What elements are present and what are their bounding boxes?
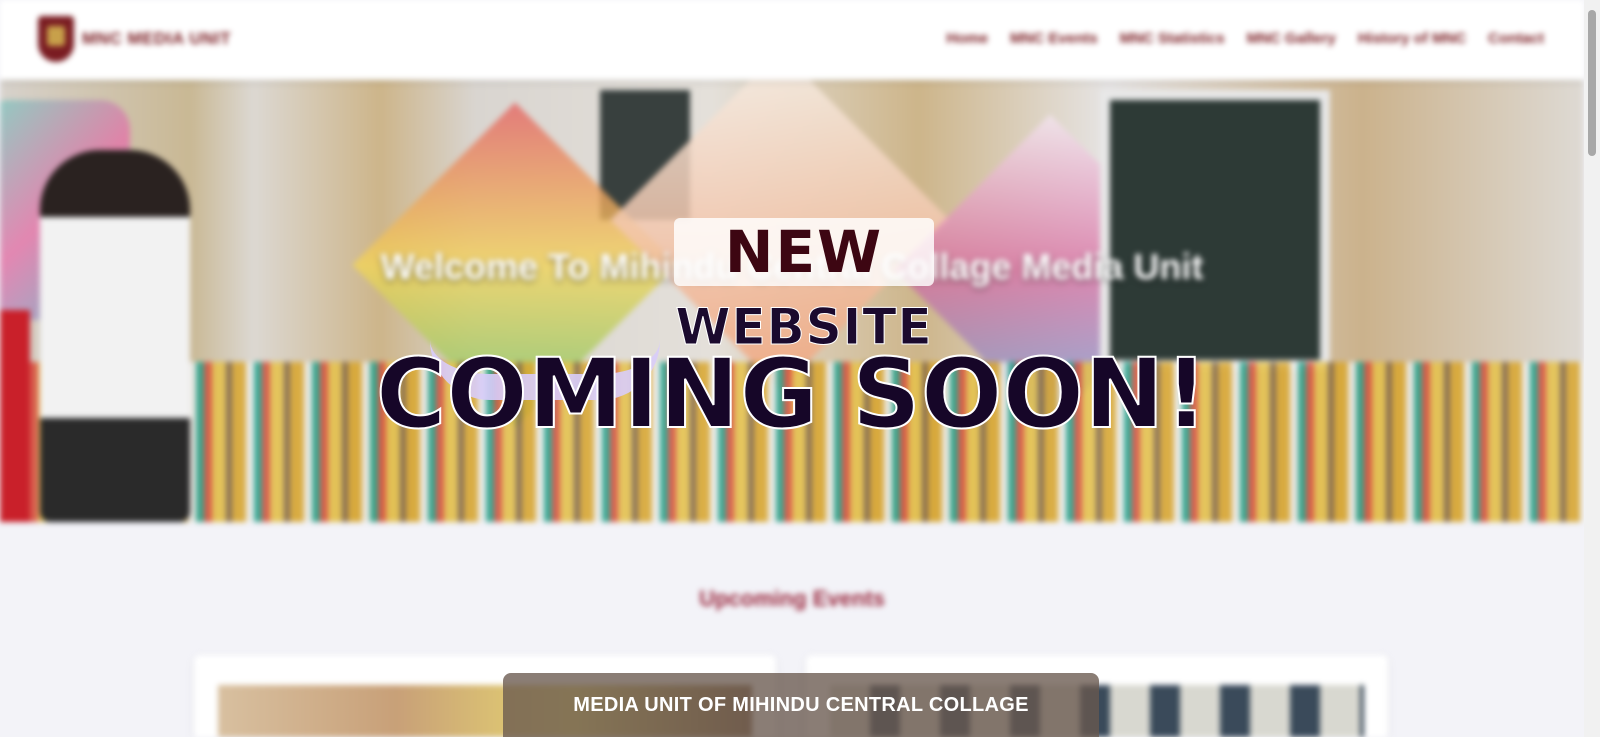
hero-decoration (1100, 90, 1330, 370)
nav-statistics[interactable]: MNC Statistics (1120, 30, 1225, 47)
brand-name[interactable]: MNC MEDIA UNIT (82, 29, 231, 49)
new-label: NEW (724, 218, 884, 286)
hero-person (40, 150, 190, 522)
upcoming-events-heading: Upcoming Events (699, 586, 885, 611)
new-label-box: NEW (674, 218, 934, 286)
nav-menu: Home MNC Events MNC Statistics MNC Galle… (946, 30, 1544, 47)
nav-home[interactable]: Home (946, 30, 988, 47)
footer-banner-text: MEDIA UNIT OF MIHINDU CENTRAL COLLAGE (573, 693, 1029, 716)
coming-soon-heading: COMING SOON! (375, 338, 1209, 450)
page-scrollbar[interactable] (1584, 0, 1600, 737)
scrollbar-thumb[interactable] (1588, 10, 1596, 156)
school-crest-logo-icon[interactable] (38, 16, 74, 62)
nav-history[interactable]: History of MNC (1358, 30, 1466, 47)
footer-banner: MEDIA UNIT OF MIHINDU CENTRAL COLLAGE (503, 673, 1099, 737)
nav-events[interactable]: MNC Events (1010, 30, 1098, 47)
navbar: MNC MEDIA UNIT Home MNC Events MNC Stati… (0, 0, 1584, 80)
nav-gallery[interactable]: MNC Gallery (1247, 30, 1336, 47)
nav-contact[interactable]: Contact (1488, 30, 1544, 47)
